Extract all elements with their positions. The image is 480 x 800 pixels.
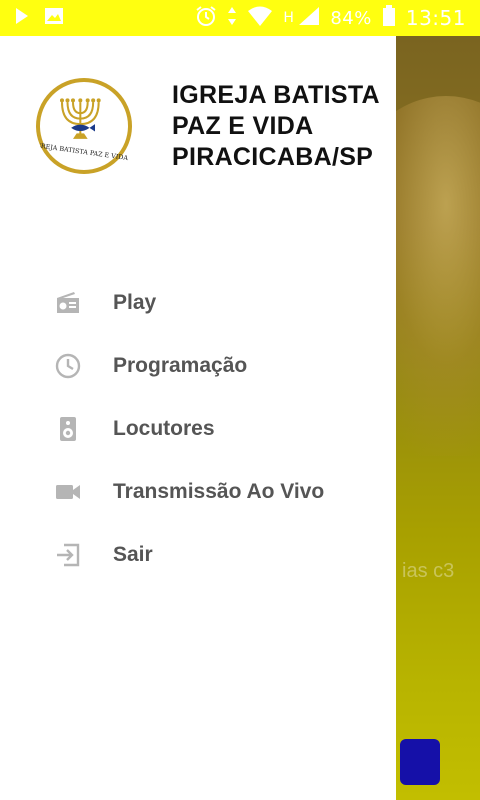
svg-text:IGREJA BATISTA PAZ E VIDA: IGREJA BATISTA PAZ E VIDA (40, 141, 128, 162)
drawer-menu: Play Programação Locutores Transmissão A… (0, 271, 396, 586)
menu-item-transmissao[interactable]: Transmissão Ao Vivo (0, 460, 396, 523)
speaker-icon (54, 415, 82, 443)
menu-item-play[interactable]: Play (0, 271, 396, 334)
background-caption: ias c3 (402, 560, 455, 582)
image-icon (44, 7, 64, 30)
exit-icon (54, 541, 82, 569)
background-button[interactable] (400, 739, 440, 785)
menu-item-programacao[interactable]: Programação (0, 334, 396, 397)
background-image (396, 96, 480, 456)
videocam-icon (54, 478, 82, 506)
drawer-header: IGREJA BATISTA PAZ E VIDA IGREJA BATISTA… (0, 36, 396, 216)
network-type: H (283, 10, 295, 26)
menu-item-label: Transmissão Ao Vivo (113, 479, 325, 503)
background-content: ias c3 (396, 36, 480, 800)
status-bar: H 84% 13:51 (0, 0, 480, 36)
radio-icon (54, 289, 82, 317)
alarm-icon (195, 5, 217, 32)
church-title-line-2: PAZ E VIDA (172, 112, 314, 140)
play-icon (14, 7, 30, 30)
church-title-line-1: IGREJA BATISTA (172, 81, 380, 109)
clock-time: 13:51 (405, 6, 466, 30)
menu-item-label: Sair (113, 542, 153, 566)
menu-item-sair[interactable]: Sair (0, 523, 396, 586)
navigation-drawer: IGREJA BATISTA PAZ E VIDA IGREJA BATISTA… (0, 36, 396, 800)
church-title-line-3: PIRACICABA/SP (172, 143, 374, 171)
menu-item-locutores[interactable]: Locutores (0, 397, 396, 460)
church-logo: IGREJA BATISTA PAZ E VIDA (36, 78, 132, 174)
menu-item-label: Programação (113, 353, 248, 377)
clock-icon (54, 352, 82, 380)
menu-item-label: Locutores (113, 416, 215, 440)
battery-percent: 84% (330, 7, 372, 29)
wifi-icon (247, 5, 273, 32)
data-arrows-icon (227, 6, 237, 31)
signal-icon (298, 6, 320, 31)
menu-item-label: Play (113, 290, 157, 314)
battery-icon (382, 4, 396, 32)
church-title: IGREJA BATISTA PAZ E VIDA PIRACICABA/SP (172, 80, 394, 173)
